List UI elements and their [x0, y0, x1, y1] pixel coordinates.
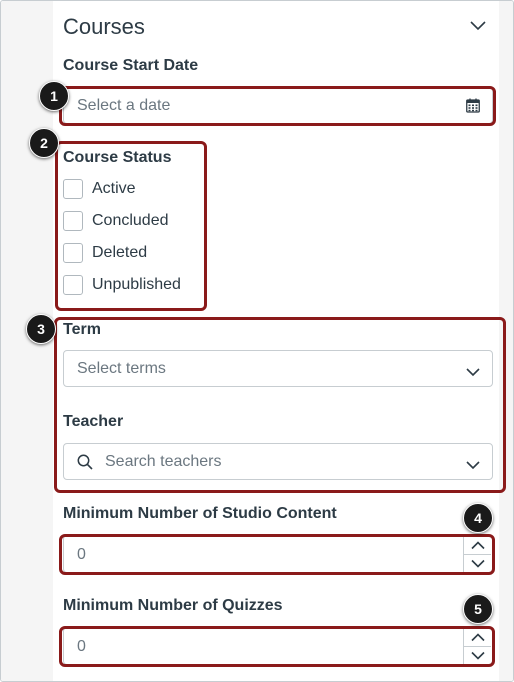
decrement-button[interactable] — [464, 554, 491, 572]
chevron-down-icon[interactable] — [470, 19, 486, 33]
checkbox-label: Active — [92, 180, 136, 197]
checkbox-concluded[interactable] — [63, 211, 83, 231]
chevron-down-icon[interactable] — [466, 457, 480, 475]
min-quizzes-value: 0 — [77, 638, 86, 655]
term-placeholder: Select terms — [77, 360, 166, 377]
chevron-down-icon[interactable] — [466, 364, 480, 382]
decrement-button[interactable] — [464, 646, 491, 664]
status-option-active[interactable]: Active — [63, 177, 136, 201]
callout-badge-1: 1 — [39, 81, 69, 111]
callout-badge-5: 5 — [463, 594, 493, 624]
checkbox-unpublished[interactable] — [63, 275, 83, 295]
status-option-deleted[interactable]: Deleted — [63, 241, 147, 265]
min-quizzes-input[interactable]: 0 — [63, 627, 493, 665]
course-start-date-input[interactable]: Select a date — [63, 87, 493, 124]
course-status-label: Course Status — [63, 149, 172, 166]
increment-button[interactable] — [464, 536, 491, 554]
min-studio-content-input[interactable]: 0 — [63, 535, 493, 573]
course-start-date-label: Course Start Date — [63, 57, 199, 74]
status-option-concluded[interactable]: Concluded — [63, 209, 169, 233]
search-icon — [77, 454, 93, 475]
callout-badge-2: 2 — [29, 128, 59, 158]
number-stepper — [463, 628, 491, 664]
chevron-up-icon — [470, 632, 485, 641]
calendar-icon[interactable] — [466, 98, 480, 118]
checkbox-label: Unpublished — [92, 276, 181, 293]
callout-badge-3: 3 — [26, 314, 56, 344]
checkbox-label: Deleted — [92, 244, 148, 261]
chevron-up-icon — [470, 540, 485, 549]
teacher-placeholder: Search teachers — [105, 453, 222, 470]
panel-title: Courses — [63, 14, 145, 39]
term-select[interactable]: Select terms — [63, 350, 493, 387]
chevron-down-icon — [470, 559, 485, 568]
checkbox-active[interactable] — [63, 179, 83, 199]
chevron-down-icon — [470, 651, 485, 660]
status-option-unpublished[interactable]: Unpublished — [63, 273, 181, 297]
checkbox-label: Concluded — [92, 212, 169, 229]
callout-badge-4: 4 — [463, 503, 493, 533]
min-studio-content-value: 0 — [77, 546, 86, 563]
increment-button[interactable] — [464, 628, 491, 646]
checkbox-deleted[interactable] — [63, 243, 83, 263]
min-studio-content-label: Minimum Number of Studio Content — [63, 505, 337, 522]
course-start-date-placeholder: Select a date — [77, 97, 171, 114]
courses-filter-panel: Courses Course Start Date Select a date … — [0, 0, 514, 682]
teacher-search-select[interactable]: Search teachers — [63, 443, 493, 480]
term-label: Term — [63, 321, 101, 338]
right-gutter — [499, 1, 513, 681]
min-quizzes-label: Minimum Number of Quizzes — [63, 597, 283, 614]
teacher-label: Teacher — [63, 413, 124, 430]
number-stepper — [463, 536, 491, 572]
